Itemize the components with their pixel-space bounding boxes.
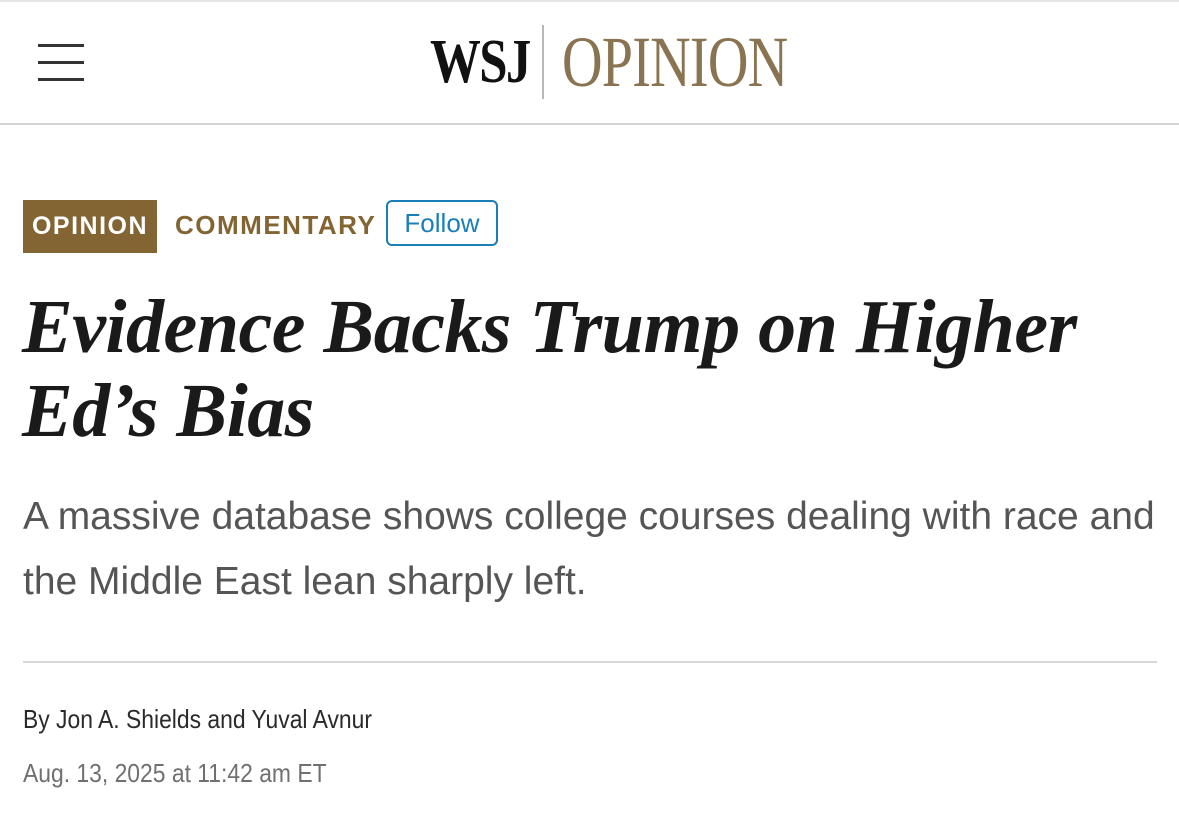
publish-timestamp: Aug. 13, 2025 at 11:42 am ET [23,758,327,788]
hamburger-menu-icon[interactable] [38,44,84,82]
brand-section: OPINION [562,22,788,102]
divider [23,661,1157,663]
logo-divider [542,25,544,99]
follow-button[interactable]: Follow [386,200,498,246]
category-commentary[interactable]: COMMENTARY [175,210,376,241]
article-page: WSJ OPINION OPINION COMMENTARY Follow Ev… [0,0,1179,828]
site-header: WSJ OPINION [0,0,1179,125]
article-dek: A massive database shows college courses… [23,495,1155,603]
wsj-opinion-logo[interactable]: WSJ OPINION [430,22,788,102]
section-tag-opinion[interactable]: OPINION [23,200,157,253]
article-headline: Evidence Backs Trump on Higher Ed’s Bias [22,285,1077,453]
brand-wsj: WSJ [430,27,531,96]
byline[interactable]: By Jon A. Shields and Yuval Avnur [23,704,372,735]
